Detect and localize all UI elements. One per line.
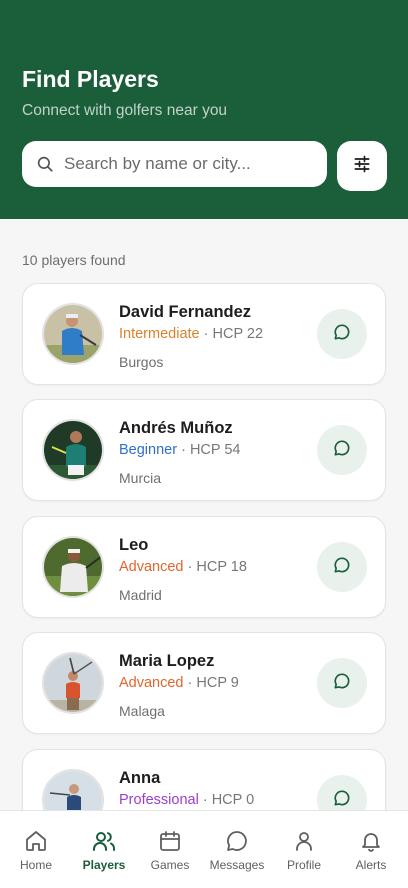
bell-icon bbox=[337, 829, 405, 853]
player-level: Intermediate bbox=[119, 326, 200, 342]
meta-separator: · bbox=[177, 442, 190, 458]
chat-icon bbox=[332, 671, 352, 696]
home-icon bbox=[2, 829, 70, 853]
player-city: Murcia bbox=[119, 470, 162, 486]
meta-separator: · bbox=[183, 675, 197, 691]
search-icon bbox=[36, 155, 54, 173]
filter-button[interactable] bbox=[337, 141, 387, 191]
players-icon bbox=[70, 829, 138, 853]
player-handicap: HCP 9 bbox=[196, 675, 239, 691]
message-button[interactable] bbox=[317, 658, 367, 708]
player-level: Advanced bbox=[119, 675, 184, 691]
calendar-icon bbox=[136, 829, 204, 853]
player-card[interactable]: Andrés Muñoz Beginner · HCP 54 Murcia bbox=[22, 399, 386, 501]
player-name: Leo bbox=[119, 536, 149, 554]
player-name: David Fernandez bbox=[119, 303, 252, 321]
meta-separator: · bbox=[183, 559, 197, 575]
players-list: David Fernandez Intermediate · HCP 22 Bu… bbox=[0, 283, 408, 810]
player-name: Maria Lopez bbox=[119, 652, 215, 670]
player-handicap: HCP 0 bbox=[211, 792, 255, 808]
player-card[interactable]: Maria Lopez Advanced · HCP 9 Malaga bbox=[22, 632, 386, 734]
profile-icon bbox=[270, 829, 338, 853]
player-level: Beginner bbox=[119, 442, 178, 458]
tab-label: Games bbox=[150, 858, 190, 872]
player-city: Madrid bbox=[119, 587, 162, 603]
message-button[interactable] bbox=[317, 309, 367, 359]
player-meta: Intermediate · HCP 22 bbox=[119, 326, 263, 342]
page-title: Find Players bbox=[22, 66, 159, 92]
player-level: Advanced bbox=[119, 559, 184, 575]
player-level: Professional bbox=[119, 792, 199, 808]
chat-icon bbox=[332, 438, 352, 463]
results-count: 10 players found bbox=[22, 252, 126, 268]
player-avatar bbox=[42, 536, 104, 598]
meta-separator: · bbox=[198, 792, 212, 808]
player-meta: Professional · HCP 0 bbox=[119, 792, 254, 808]
page-subtitle: Connect with golfers near you bbox=[22, 102, 228, 119]
tab-messages[interactable]: Messages bbox=[203, 829, 271, 872]
player-city: Malaga bbox=[119, 703, 165, 719]
player-card[interactable]: Leo Advanced · HCP 18 Madrid bbox=[22, 516, 386, 618]
player-meta: Advanced · HCP 18 bbox=[119, 559, 247, 575]
player-name: Andrés Muñoz bbox=[119, 419, 233, 437]
player-avatar bbox=[42, 652, 104, 714]
sliders-icon bbox=[352, 154, 372, 179]
player-city: Burgos bbox=[119, 354, 164, 370]
player-meta: Beginner · HCP 54 bbox=[119, 442, 240, 458]
message-button[interactable] bbox=[317, 775, 367, 810]
player-handicap: HCP 54 bbox=[189, 442, 241, 458]
search-input[interactable] bbox=[64, 154, 314, 174]
tab-label: Profile bbox=[286, 858, 321, 872]
message-button[interactable] bbox=[317, 542, 367, 592]
tab-players[interactable]: Players bbox=[70, 829, 138, 872]
tab-label: Home bbox=[19, 858, 52, 872]
player-handicap: HCP 18 bbox=[196, 559, 247, 575]
tab-profile[interactable]: Profile bbox=[270, 829, 338, 872]
tab-label: Messages bbox=[209, 858, 265, 872]
tab-home[interactable]: Home bbox=[2, 829, 70, 872]
player-card[interactable]: Anna Professional · HCP 0 bbox=[22, 749, 386, 810]
chat-icon bbox=[332, 322, 352, 347]
search-bar[interactable] bbox=[22, 141, 327, 187]
tab-games[interactable]: Games bbox=[136, 829, 204, 872]
tab-label: Players bbox=[82, 858, 126, 872]
player-name: Anna bbox=[119, 769, 161, 787]
player-handicap: HCP 22 bbox=[212, 326, 264, 342]
player-avatar bbox=[42, 769, 104, 810]
player-avatar bbox=[42, 303, 104, 365]
player-card[interactable]: David Fernandez Intermediate · HCP 22 Bu… bbox=[22, 283, 386, 385]
tab-alerts[interactable]: Alerts bbox=[337, 829, 405, 872]
message-button[interactable] bbox=[317, 425, 367, 475]
player-avatar bbox=[42, 419, 104, 481]
message-icon bbox=[203, 829, 271, 853]
chat-icon bbox=[332, 555, 352, 580]
chat-icon bbox=[332, 788, 352, 811]
header: Find Players Connect with golfers near y… bbox=[0, 0, 408, 219]
meta-separator: · bbox=[199, 326, 213, 342]
player-meta: Advanced · HCP 9 bbox=[119, 675, 239, 691]
tab-label: Alerts bbox=[355, 858, 387, 872]
bottom-tab-bar: Home Players Games Messages Profile Aler… bbox=[0, 810, 408, 888]
